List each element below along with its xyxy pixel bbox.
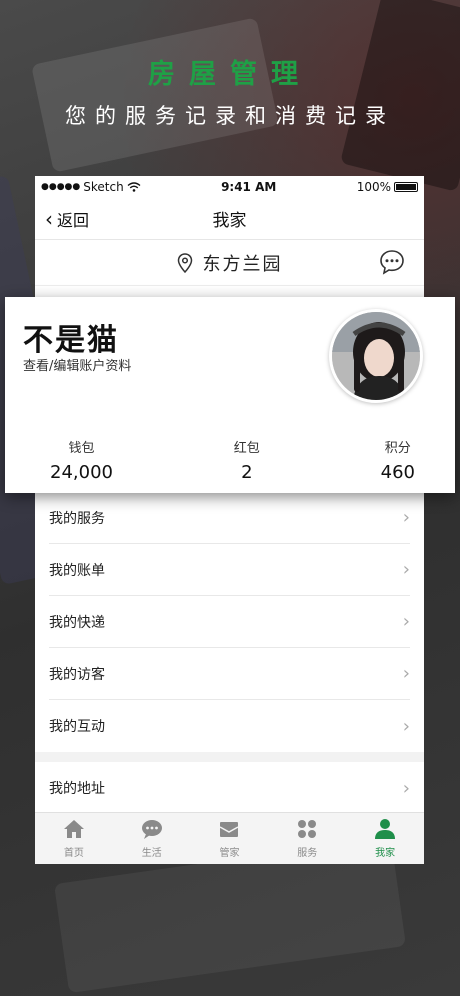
menu-item-label: 我的快递 [49,614,105,631]
background-card [31,17,279,173]
chevron-right-icon: › [402,559,410,580]
account-stats: 钱包 24,000 红包 2 积分 460 [5,437,455,483]
menu-item-bills[interactable]: 我的账单 › [49,544,410,596]
chevron-right-icon: › [402,507,410,528]
phone-screen: ●●●●● Sketch 9:41 AM 100% ‹ 返回 我家 东方兰园 我… [35,176,424,864]
stat-label: 红包 [233,441,260,456]
tab-label: 首页 [63,848,84,859]
carrier-label: Sketch [83,180,124,194]
stat-wallet[interactable]: 钱包 24,000 [50,437,113,483]
menu-item-label: 我的互动 [49,719,105,735]
tab-life[interactable]: 生活 [113,813,191,864]
tab-label: 生活 [141,848,162,859]
tab-butler[interactable]: 管家 [191,813,269,864]
avatar-image [332,312,420,400]
menu-item-label: 我的账单 [49,562,105,579]
tab-services[interactable]: 服务 [268,813,346,864]
edit-profile-link[interactable]: 查看/编辑账户资料 [23,355,131,374]
tab-label: 我家 [375,848,396,859]
profile-card[interactable]: 不是猫 查看/编辑账户资料 钱包 24,000 红包 2 积分 460 [5,297,455,493]
stat-value: 24,000 [50,462,113,483]
chevron-left-icon: ‹ [45,207,53,231]
home-icon [63,820,84,838]
avatar[interactable] [329,309,423,403]
battery-percent: 100% [356,180,391,194]
menu-item-label: 我的访客 [49,666,105,683]
menu-list: 我的服务 › 我的账单 › 我的快递 › 我的访客 › 我的互动 › 我的地址 … [35,492,424,814]
section-divider [35,752,424,762]
signal-icon: ●●●●● [41,182,81,192]
battery-icon [394,182,418,192]
menu-item-label: 我的地址 [49,781,105,797]
stat-points[interactable]: 积分 460 [381,437,415,483]
stat-label: 钱包 [68,441,95,456]
location-selector[interactable]: 东方兰园 [177,250,283,276]
hero-title: 房屋管理 [148,59,312,90]
stat-value: 460 [380,462,415,483]
back-button[interactable]: ‹ 返回 [45,207,89,231]
hero-subtitle: 您的服务记录和消费记录 [65,104,395,128]
chevron-right-icon: › [402,777,410,799]
tab-bar: 首页 生活 管家 服务 我家 [35,812,424,864]
tab-my-home[interactable]: 我家 [346,813,424,864]
chevron-right-icon: › [402,611,410,632]
tab-label: 管家 [219,848,240,859]
menu-group-secondary: 我的地址 › [35,762,424,814]
wifi-icon [127,182,141,192]
person-icon [375,819,396,839]
page-title: 我家 [212,211,247,231]
tab-home[interactable]: 首页 [35,813,113,864]
tab-label: 服务 [297,848,318,859]
menu-item-label: 我的服务 [49,510,105,527]
background-card [340,0,460,192]
chat-icon [141,820,162,839]
stat-value: 2 [241,462,253,483]
status-time: 9:41 AM [221,180,277,194]
menu-item-deliveries[interactable]: 我的快递 › [49,596,410,648]
menu-item-address[interactable]: 我的地址 › [49,762,410,814]
message-icon[interactable] [378,248,406,276]
stat-red-packet[interactable]: 红包 2 [234,437,260,483]
location-bar: 东方兰园 [35,240,424,286]
nav-bar: ‹ 返回 我家 [35,198,424,240]
menu-item-visitors[interactable]: 我的访客 › [49,648,410,700]
menu-group-primary: 我的服务 › 我的账单 › 我的快递 › 我的访客 › 我的互动 › [35,492,424,752]
location-pin-icon [177,252,192,273]
chevron-right-icon: › [402,663,410,684]
chevron-right-icon: › [402,715,410,737]
mail-icon [220,822,239,837]
grid-icon [298,820,317,838]
back-label: 返回 [57,211,90,230]
status-bar: ●●●●● Sketch 9:41 AM 100% [35,176,424,198]
location-name: 东方兰园 [202,253,283,275]
user-name: 不是猫 [23,323,119,358]
menu-item-services[interactable]: 我的服务 › [49,492,410,544]
stat-label: 积分 [384,441,411,456]
menu-item-interactions[interactable]: 我的互动 › [49,700,410,752]
